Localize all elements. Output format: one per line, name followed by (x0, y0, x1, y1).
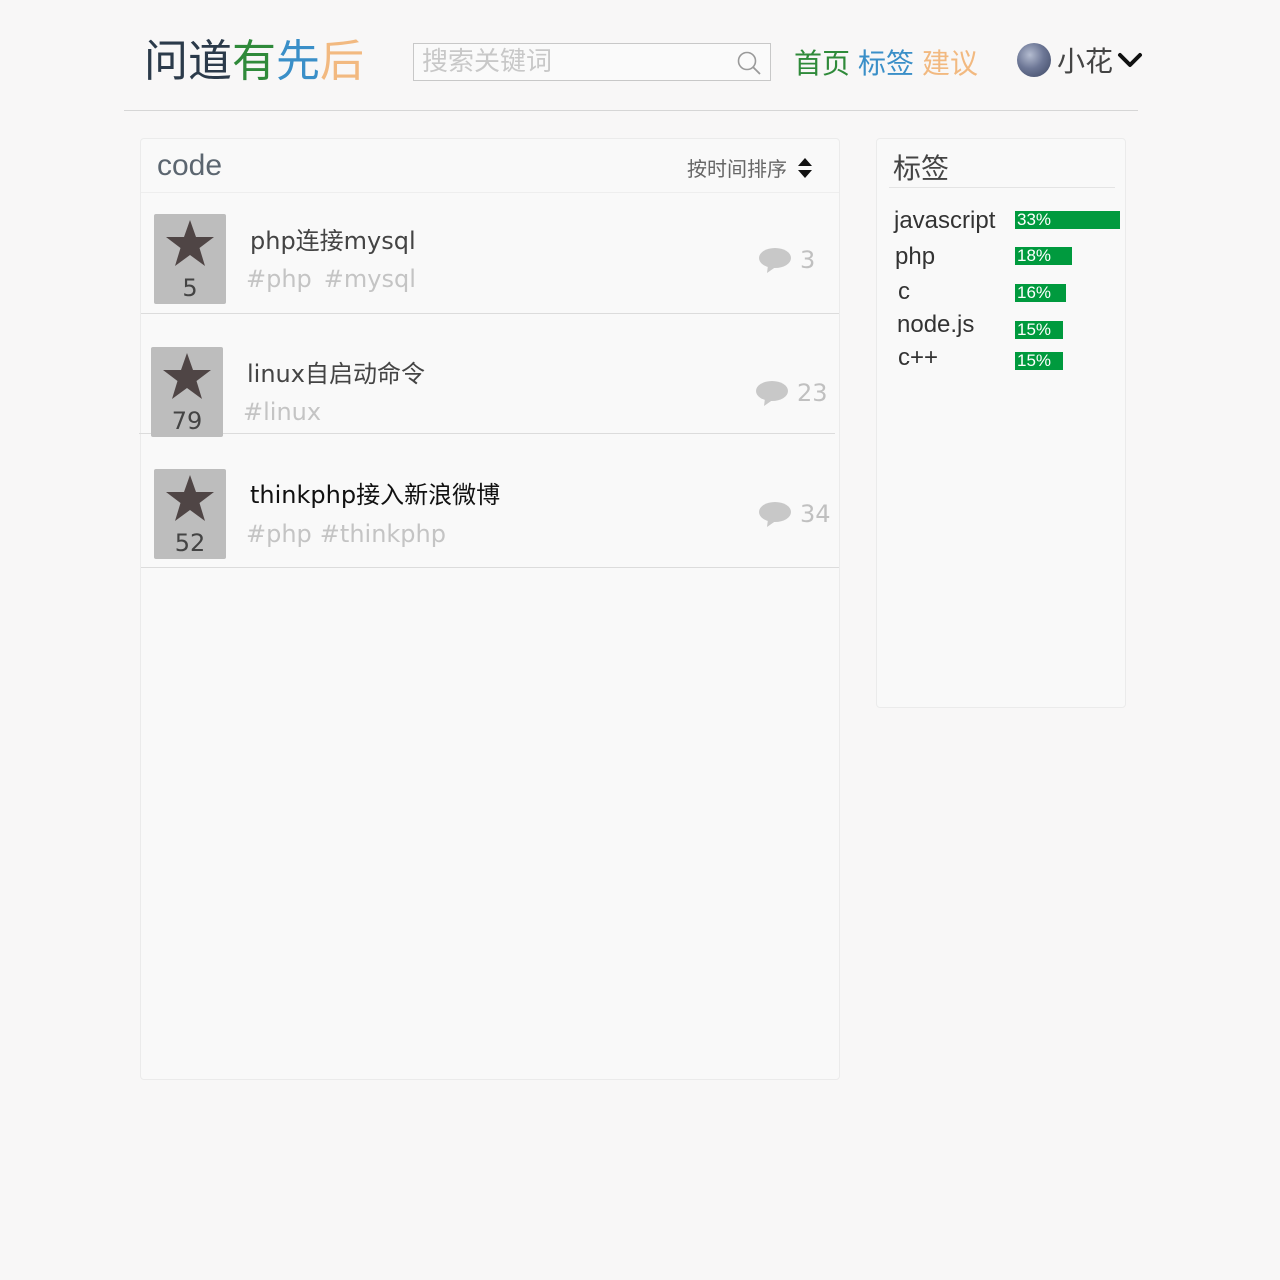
vote-box[interactable]: 79 (151, 347, 223, 437)
nav-home-link[interactable]: 首页 (794, 48, 850, 79)
site-logo[interactable]: 问道有先后 (144, 34, 364, 90)
tag-name-link[interactable]: javascript (894, 207, 995, 235)
tag-link[interactable]: #php (246, 520, 312, 548)
tags-panel: 标签 javascript 33% php 18% c 16% node.js … (876, 138, 1126, 708)
vote-box[interactable]: 5 (154, 214, 226, 304)
tag-stat-row: node.js 15% (877, 311, 1125, 341)
comment-icon (759, 248, 791, 273)
comment-icon (756, 381, 788, 406)
tag-percent-bar: 18% (1015, 247, 1072, 265)
tag-percent-label: 18% (1017, 246, 1052, 265)
comment-count[interactable]: 3 (758, 246, 815, 274)
user-menu[interactable]: 小花 (1017, 40, 1143, 80)
tag-percent-label: 15% (1017, 351, 1052, 370)
question-title-link[interactable]: linux自启动命令 (247, 354, 425, 389)
logo-char: 问 (144, 37, 188, 86)
tag-link[interactable]: #php (246, 265, 312, 293)
chevron-down-icon (1118, 53, 1143, 67)
question-item: 52 thinkphp接入新浪微博 #php #thinkphp 34 (141, 446, 839, 568)
avatar (1017, 43, 1051, 77)
tag-name-link[interactable]: node.js (897, 311, 974, 339)
tag-percent-bar: 33% (1015, 211, 1120, 229)
tags-panel-title: 标签 (893, 153, 950, 184)
comment-count[interactable]: 34 (758, 500, 831, 528)
question-tags: #php #mysql (246, 265, 428, 293)
panel-title: code (157, 149, 223, 182)
sort-icon (798, 157, 812, 178)
question-item: 5 php连接mysql #php #mysql 3 (141, 193, 839, 314)
star-icon (163, 353, 211, 399)
search-icon[interactable] (736, 50, 762, 76)
logo-char: 道 (188, 37, 232, 86)
question-item: 79 linux自启动命令 #linux 23 (139, 313, 835, 437)
tag-percent-label: 16% (1017, 283, 1052, 302)
comment-count-value: 23 (797, 379, 828, 407)
vote-count: 5 (182, 274, 198, 302)
tag-link[interactable]: #linux (243, 398, 321, 426)
sort-label: 按时间排序 (687, 157, 787, 181)
question-title-link[interactable]: php连接mysql (250, 221, 416, 256)
question-tags: #php #thinkphp (246, 520, 458, 548)
header-divider (124, 110, 1138, 111)
vote-count: 52 (174, 529, 206, 557)
search-input[interactable] (414, 44, 740, 80)
tag-name-link[interactable]: c++ (898, 344, 938, 372)
tag-percent-label: 33% (1017, 210, 1052, 229)
logo-char: 先 (276, 37, 320, 86)
tag-stat-row: javascript 33% (877, 207, 1125, 237)
username: 小花 (1057, 46, 1114, 77)
tag-stat-row: c 16% (877, 278, 1125, 308)
tag-stat-row: php 18% (877, 243, 1125, 273)
star-icon (166, 220, 214, 266)
comment-count-value: 3 (800, 246, 816, 274)
question-title-link[interactable]: thinkphp接入新浪微博 (250, 475, 500, 510)
tag-name-link[interactable]: php (895, 243, 935, 271)
tag-percent-label: 15% (1017, 320, 1052, 339)
tag-link[interactable]: #mysql (324, 265, 416, 293)
tag-percent-bar: 15% (1015, 352, 1063, 370)
comment-count[interactable]: 23 (755, 379, 828, 407)
question-tags: #linux (243, 398, 333, 426)
search-box (413, 43, 771, 81)
tag-name-link[interactable]: c (898, 278, 910, 306)
tag-stat-row: c++ 15% (877, 344, 1125, 374)
vote-count: 79 (171, 407, 203, 435)
nav-suggestion-link[interactable]: 建议 (922, 48, 978, 79)
question-list-panel: code 按时间排序 5 php连接mysql #php #mysql 3 79… (139, 138, 840, 1080)
star-icon (166, 475, 214, 521)
logo-char: 后 (320, 37, 364, 86)
logo-char: 有 (232, 37, 276, 86)
sort-by-time-button[interactable]: 按时间排序 (687, 153, 813, 182)
comment-count-value: 34 (800, 500, 831, 528)
main-nav: 首页 标签 建议 (794, 42, 986, 82)
tag-percent-bar: 15% (1015, 321, 1063, 339)
tag-link[interactable]: #thinkphp (320, 520, 446, 548)
vote-box[interactable]: 52 (154, 469, 226, 559)
tag-percent-bar: 16% (1015, 284, 1066, 302)
nav-tags-link[interactable]: 标签 (858, 48, 914, 79)
tags-panel-divider (889, 187, 1115, 188)
comment-icon (759, 502, 791, 527)
